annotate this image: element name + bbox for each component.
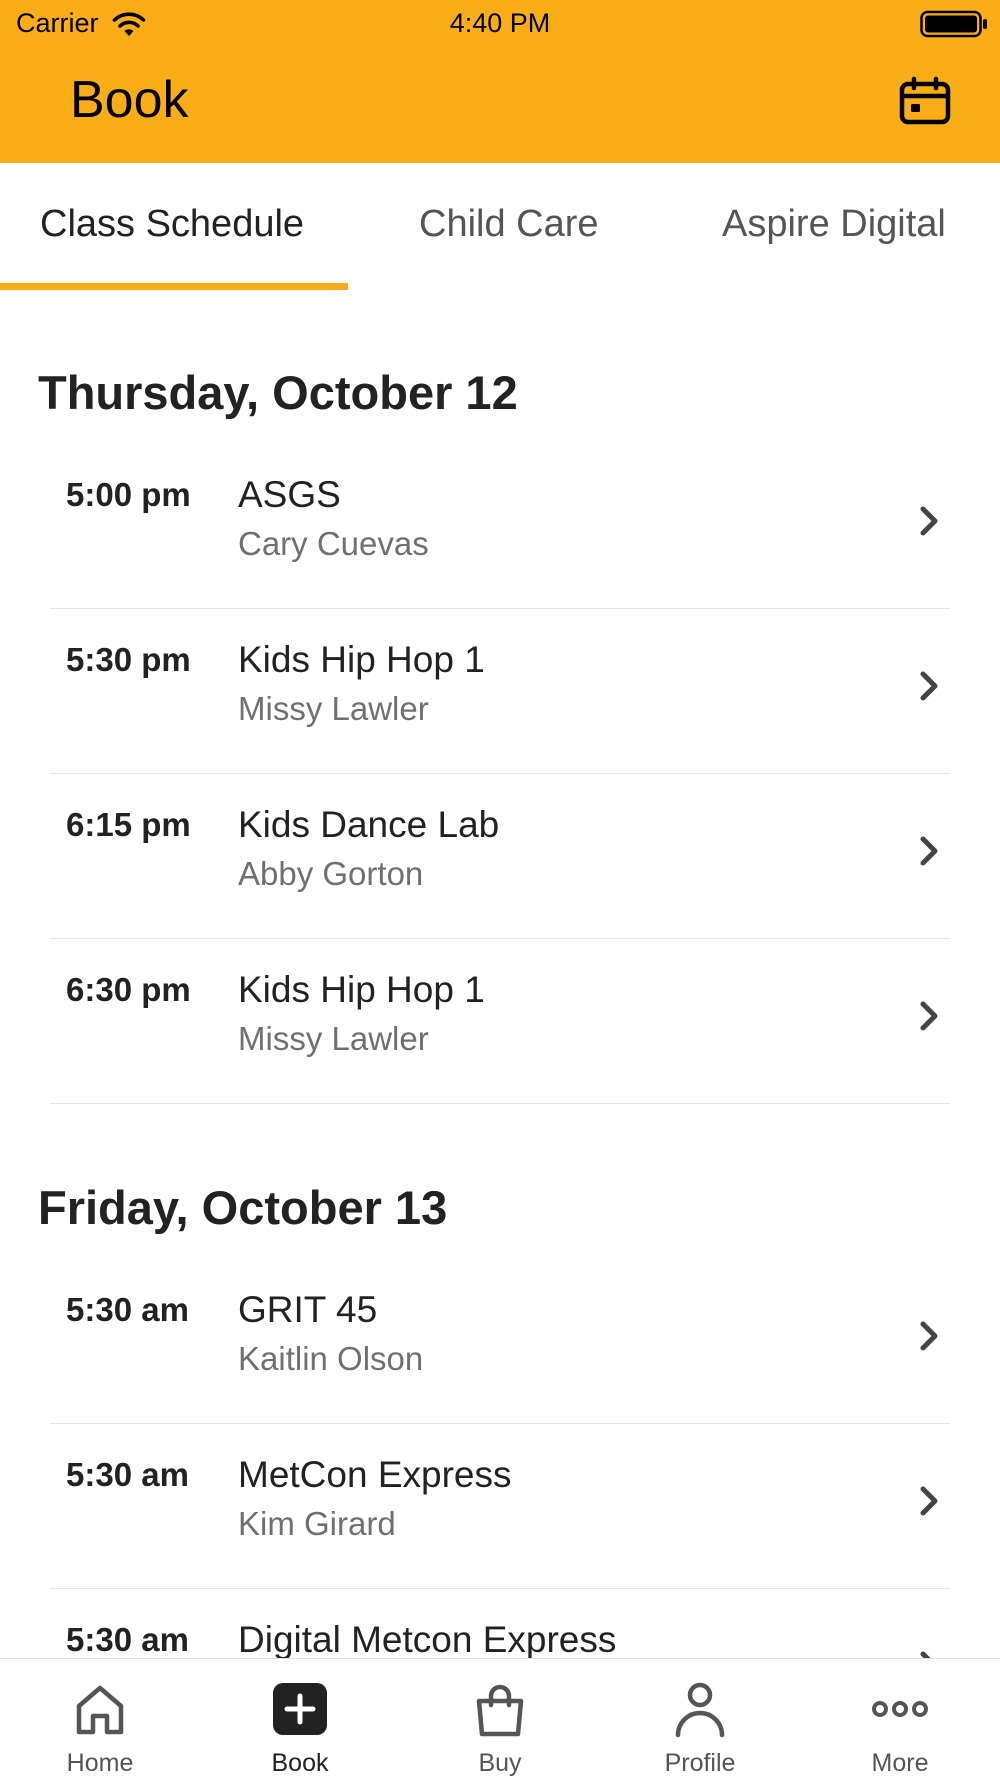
active-tab-indicator [0,283,348,290]
chevron-right-icon [920,1001,938,1031]
status-time: 4:40 PM [449,8,551,38]
bag-icon [476,1684,524,1737]
class-name: Kids Hip Hop 1 [238,969,485,1010]
class-time: 5:30 am [66,1291,189,1328]
chevron-right-icon [920,671,938,701]
chevron-right-icon [920,1486,938,1516]
instructor-name: Kim Girard [238,1505,396,1542]
more-icon [872,1701,928,1717]
instructor-name: Missy Lawler [238,1020,429,1057]
tab-child-care[interactable]: Child Care [419,203,599,246]
bottom-tab-bar: Home Book Buy Profile More [0,1658,1000,1778]
person-icon [675,1682,725,1738]
class-time: 5:00 pm [66,476,191,513]
tab-aspire-digital[interactable]: Aspire Digital [722,203,946,246]
class-name: ASGS [238,474,341,515]
chevron-right-icon [920,836,938,866]
instructor-name: Kaitlin Olson [238,1340,424,1377]
tabbar-label: Buy [478,1749,522,1777]
class-time: 5:30 am [66,1621,189,1658]
tabbar-item-book[interactable]: Book [200,1659,400,1778]
class-time: 5:30 am [66,1456,189,1493]
app-header: Carrier 4:40 PM Book [0,0,1000,163]
chevron-right-icon [920,1321,938,1351]
class-name: MetCon Express [238,1454,512,1495]
class-name: GRIT 45 [238,1289,378,1330]
home-icon [76,1685,124,1735]
class-name: Kids Dance Lab [238,804,500,845]
class-name: Kids Hip Hop 1 [238,639,485,680]
section-date-heading: Friday, October 13 [38,1181,448,1234]
page-title: Book [70,71,189,129]
class-row[interactable]: 5:30 am MetCon Express Kim Girard [50,1424,950,1589]
instructor-name: Cary Cuevas [238,525,429,562]
tabbar-item-more[interactable]: More [800,1659,1000,1778]
instructor-name: Missy Lawler [238,690,429,727]
instructor-name: Abby Gorton [238,855,424,892]
calendar-icon[interactable] [898,76,952,126]
tabbar-item-buy[interactable]: Buy [400,1659,600,1778]
class-row[interactable]: 6:30 pm Kids Hip Hop 1 Missy Lawler [50,939,950,1104]
status-bar: Carrier 4:40 PM [0,0,1000,50]
tabbar-label: Home [66,1749,134,1777]
booking-tabs: Class Schedule Child Care Aspire Digital [0,163,1000,290]
class-row[interactable]: 6:15 pm Kids Dance Lab Abby Gorton [50,774,950,939]
tab-class-schedule[interactable]: Class Schedule [40,203,304,246]
tabbar-item-home[interactable]: Home [0,1659,200,1778]
battery-icon [920,10,987,38]
tabbar-item-profile[interactable]: Profile [600,1659,800,1778]
tabbar-label: Profile [664,1749,736,1777]
chevron-right-icon [920,506,938,536]
class-name: Digital Metcon Express [238,1619,617,1660]
tabbar-label: Book [271,1749,329,1777]
class-row[interactable]: 5:30 pm Kids Hip Hop 1 Missy Lawler [50,609,950,774]
plus-icon [273,1683,327,1735]
class-row[interactable]: 5:00 pm ASGS Cary Cuevas [50,444,950,609]
class-row[interactable]: 5:30 am GRIT 45 Kaitlin Olson [50,1259,950,1424]
tabbar-label: More [871,1749,929,1777]
class-time: 6:15 pm [66,806,191,843]
section-date-heading: Thursday, October 12 [38,366,518,419]
class-time: 5:30 pm [66,641,191,678]
class-time: 6:30 pm [66,971,191,1008]
